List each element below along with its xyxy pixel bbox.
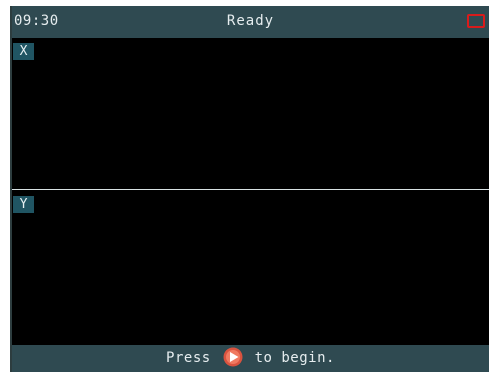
instruction-prefix: Press xyxy=(166,350,211,366)
play-icon[interactable] xyxy=(223,347,243,367)
battery-low-icon xyxy=(467,14,485,28)
instruction-bar: Press to begin. xyxy=(12,345,489,372)
instruction-suffix: to begin. xyxy=(254,350,335,366)
status-text: Ready xyxy=(226,13,275,29)
device-screen: 09:30 Ready X Y Press to begin. xyxy=(10,6,489,372)
status-bar: 09:30 Ready xyxy=(12,6,489,38)
x-axis-label: X xyxy=(13,43,34,60)
y-axis-label: Y xyxy=(13,196,34,213)
x-axis-panel: X xyxy=(12,38,489,190)
y-axis-panel: Y xyxy=(12,191,489,345)
